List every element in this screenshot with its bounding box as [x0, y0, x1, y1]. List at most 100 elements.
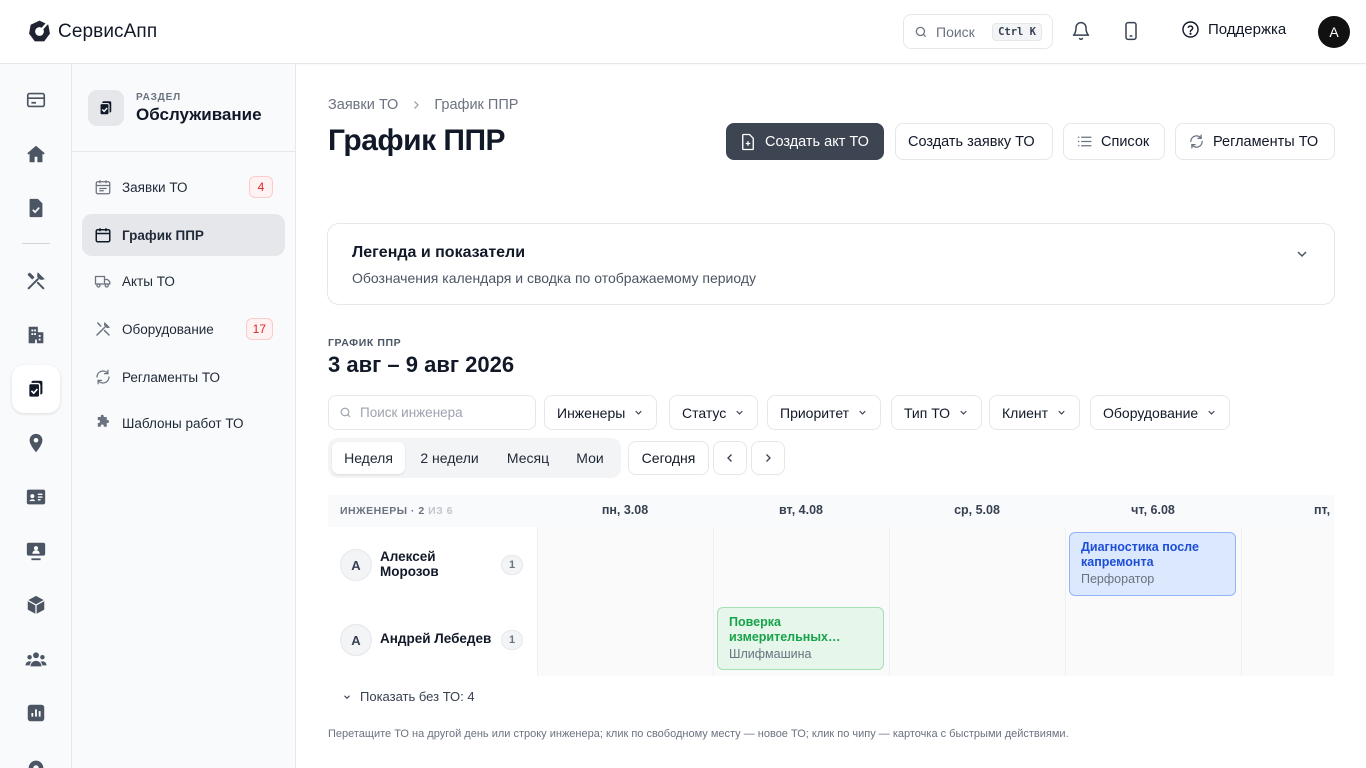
view-month-tab[interactable]: Месяц	[494, 442, 562, 474]
engineer-search-input[interactable]: Поиск инженера	[328, 395, 536, 430]
filter-label: Тип ТО	[904, 404, 951, 421]
search-icon	[340, 407, 351, 418]
engineer-cell[interactable]: А Алексей Морозов 1	[328, 527, 537, 602]
day-cell[interactable]	[889, 527, 1065, 602]
sidebar-item-work-templates[interactable]: Шаблоны работ ТО	[82, 402, 285, 444]
day-cell[interactable]	[537, 527, 713, 602]
view-switcher: Неделя 2 недели Месяц Мои	[328, 438, 621, 478]
legend-title: Легенда и показатели	[352, 244, 526, 261]
icon-rail	[0, 64, 72, 768]
view-two-weeks-tab[interactable]: 2 недели	[409, 442, 490, 474]
chevron-down-icon[interactable]	[1294, 246, 1310, 262]
sidebar-item-label: Оборудование	[122, 321, 214, 337]
create-act-label: Создать акт ТО	[765, 133, 869, 150]
rail-analytics-icon[interactable]	[12, 689, 60, 737]
chevron-down-icon	[635, 410, 642, 415]
rail-maintenance-icon[interactable]	[12, 365, 60, 413]
rail-id-card-icon[interactable]	[12, 473, 60, 521]
view-mine-tab[interactable]: Мои	[566, 442, 614, 474]
chevron-down-icon	[859, 410, 866, 415]
logo-icon	[29, 20, 50, 42]
maintenance-chip[interactable]: Поверка измерительных… Шлифмашина	[717, 607, 884, 670]
show-unscheduled-label: Показать без ТО: 4	[360, 689, 475, 704]
section-sidebar: РАЗДЕЛ Обслуживание Заявки ТО 4 График П…	[72, 64, 296, 768]
filter-client[interactable]: Клиент	[989, 395, 1081, 430]
requests-count-badge: 4	[249, 176, 273, 198]
chevron-down-icon	[736, 410, 743, 415]
breadcrumb-parent[interactable]: Заявки ТО	[328, 97, 398, 113]
notifications-bell-icon[interactable]	[1070, 20, 1092, 42]
sidebar-item-ppr-schedule[interactable]: График ППР	[82, 214, 285, 256]
rail-team-icon[interactable]	[12, 635, 60, 683]
next-period-button[interactable]	[751, 441, 785, 475]
page-title: График ППР	[328, 124, 506, 157]
filter-priority[interactable]: Приоритет	[767, 395, 882, 430]
day-cell[interactable]	[537, 602, 713, 676]
engineer-avatar: А	[340, 624, 372, 656]
filter-type[interactable]: Тип ТО	[891, 395, 983, 430]
view-week-tab[interactable]: Неделя	[332, 442, 405, 474]
regulations-button[interactable]: Регламенты ТО	[1175, 123, 1335, 160]
engineer-search-placeholder: Поиск инженера	[360, 405, 463, 420]
filter-status[interactable]: Статус	[669, 395, 759, 430]
day-cell[interactable]	[1241, 602, 1334, 676]
rail-settings-gear-icon[interactable]	[12, 744, 60, 768]
support-label: Поддержка	[1208, 21, 1287, 38]
schedule-date-range: 3 авг – 9 авг 2026	[328, 352, 515, 377]
day-cell[interactable]	[1241, 527, 1334, 602]
engineer-cell[interactable]: А Андрей Лебедев 1	[328, 602, 537, 676]
filter-equipment[interactable]: Оборудование	[1090, 395, 1231, 430]
maintenance-chip[interactable]: Диагностика после капремонта Перфоратор	[1069, 532, 1236, 596]
equipment-count-badge: 17	[245, 318, 273, 340]
breadcrumb-current: График ППР	[434, 97, 519, 113]
global-search[interactable]: Поиск Ctrl K	[903, 14, 1053, 49]
rail-document-check-icon[interactable]	[12, 184, 60, 232]
file-plus-icon	[742, 133, 754, 150]
list-view-button[interactable]: Список	[1063, 123, 1165, 160]
chevron-down-icon	[1058, 410, 1065, 415]
section-header: РАЗДЕЛ Обслуживание	[72, 64, 296, 152]
today-button[interactable]: Сегодня	[628, 441, 709, 475]
create-act-button[interactable]: Создать акт ТО	[726, 123, 884, 160]
filter-label: Приоритет	[780, 404, 850, 421]
day-header: пт, 7.	[1313, 503, 1334, 517]
sidebar-item-label: Регламенты ТО	[122, 369, 220, 385]
engineers-column-header: ИНЖЕНЕРЫ · 2 ИЗ 6	[340, 505, 453, 517]
rail-home-icon[interactable]	[12, 130, 60, 178]
rail-location-pin-icon[interactable]	[12, 419, 60, 467]
create-request-button[interactable]: Создать заявку ТО	[895, 123, 1053, 160]
engineers-count: ИНЖЕНЕРЫ · 2	[340, 505, 425, 517]
chevron-down-icon	[960, 410, 967, 415]
sidebar-item-acts[interactable]: Акты ТО	[82, 260, 285, 302]
sidebar-item-requests[interactable]: Заявки ТО 4	[82, 166, 285, 208]
chevron-left-icon	[727, 454, 732, 462]
rail-billing-icon[interactable]	[12, 76, 60, 124]
schedule-grid: ИНЖЕНЕРЫ · 2 ИЗ 6 пн, 3.08 вт, 4.08 ср, …	[328, 495, 1334, 676]
mobile-app-icon[interactable]	[1120, 20, 1142, 42]
day-cell[interactable]	[889, 602, 1065, 676]
sidebar-item-equipment[interactable]: Оборудование 17	[82, 308, 285, 350]
chevron-down-icon	[344, 694, 350, 699]
day-cell[interactable]	[1065, 602, 1241, 676]
chip-equipment: Шлифмашина	[729, 647, 812, 661]
calendar-icon	[95, 228, 111, 243]
rail-box-icon[interactable]	[12, 581, 60, 629]
sidebar-item-regulations[interactable]: Регламенты ТО	[82, 356, 285, 398]
app-logo[interactable]: СервисАпп	[27, 19, 157, 44]
tools-icon	[96, 321, 111, 336]
puzzle-icon	[97, 414, 109, 427]
user-avatar[interactable]: A	[1318, 16, 1350, 48]
filter-label: Инженеры	[557, 404, 626, 421]
chevron-right-icon	[766, 454, 771, 462]
grid-header: ИНЖЕНЕРЫ · 2 ИЗ 6 пн, 3.08 вт, 4.08 ср, …	[328, 495, 1334, 527]
show-unscheduled-toggle[interactable]: Показать без ТО: 4	[342, 689, 475, 704]
filter-engineers[interactable]: Инженеры	[544, 395, 658, 430]
prev-period-button[interactable]	[713, 441, 747, 475]
rail-building-icon[interactable]	[12, 311, 60, 359]
support-link[interactable]: Поддержка	[1181, 20, 1286, 39]
rail-tools-icon[interactable]	[12, 257, 60, 305]
day-cell[interactable]	[713, 527, 889, 602]
legend-panel[interactable]: Легенда и показатели Обозначения календа…	[327, 223, 1335, 305]
filter-label: Оборудование	[1103, 404, 1199, 421]
rail-monitor-icon[interactable]	[12, 527, 60, 575]
